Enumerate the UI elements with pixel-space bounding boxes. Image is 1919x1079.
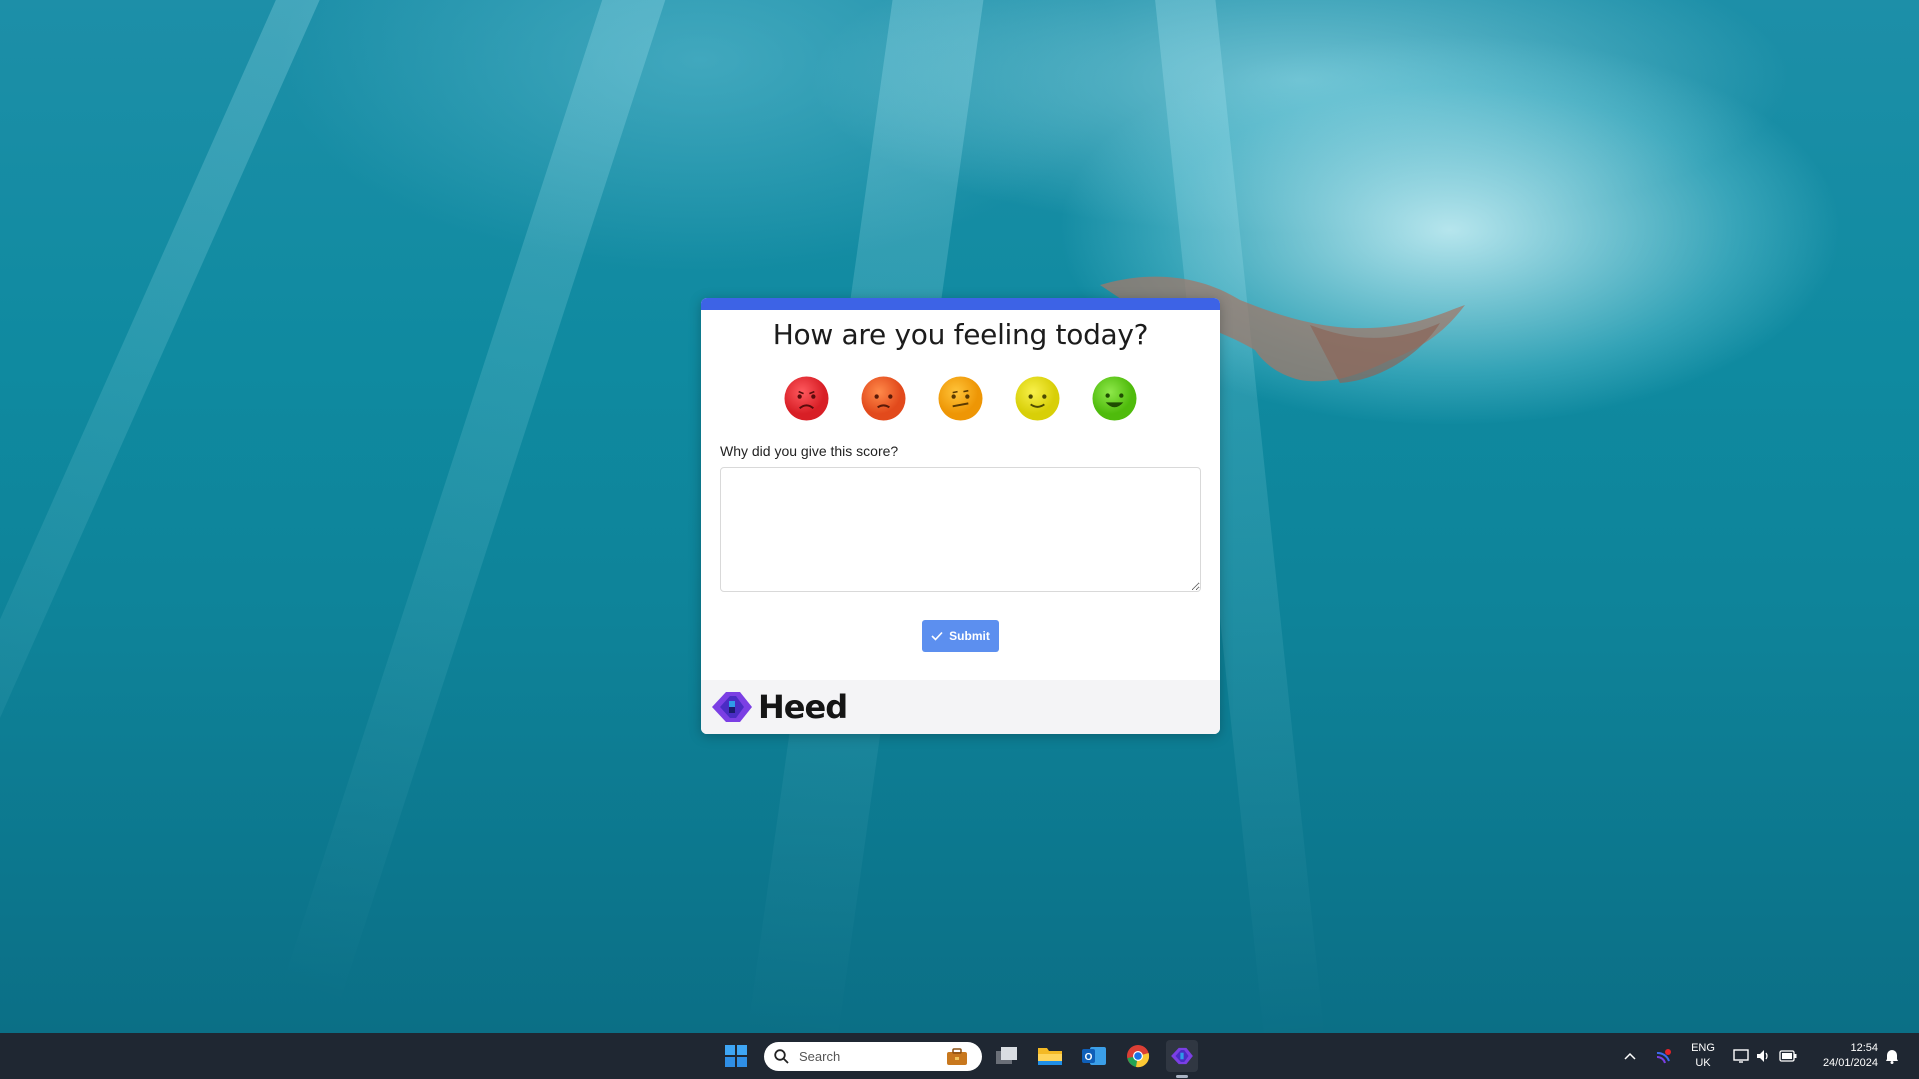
volume-icon[interactable] <box>1752 1040 1776 1072</box>
active-app-indicator <box>1176 1075 1188 1078</box>
display-network-icon[interactable] <box>1730 1040 1754 1072</box>
rating-faces <box>701 376 1220 421</box>
submit-label: Submit <box>949 629 990 643</box>
happy-face-icon[interactable] <box>1015 376 1060 421</box>
task-view-icon[interactable] <box>991 1040 1023 1072</box>
survey-title: How are you feeling today? <box>772 318 1149 351</box>
feedback-question: Why did you give this score? <box>720 443 899 459</box>
search-placeholder: Search <box>799 1049 841 1064</box>
heed-app-icon[interactable] <box>1166 1040 1198 1072</box>
network-status-icon[interactable] <box>1652 1040 1676 1072</box>
notification-bell-icon[interactable] <box>1880 1040 1904 1072</box>
chevron-up-icon[interactable] <box>1618 1040 1642 1072</box>
outlook-icon[interactable]: O <box>1078 1040 1110 1072</box>
language-code: ENG <box>1691 1042 1715 1054</box>
chrome-icon[interactable] <box>1122 1040 1154 1072</box>
neutral-face-icon[interactable] <box>938 376 983 421</box>
heed-brand: Heed <box>710 688 848 726</box>
survey-dialog: How are you feeling today? Why did you g… <box>701 298 1220 734</box>
clock-date: 24/01/2024 <box>1822 1057 1878 1069</box>
region-code: UK <box>1695 1057 1711 1069</box>
dialog-footer: Heed <box>701 680 1220 734</box>
very-happy-face-icon[interactable] <box>1092 376 1137 421</box>
brand-name: Heed <box>758 688 848 726</box>
taskbar: Search O ENG UK 12:54 24/01/2024 <box>0 1033 1919 1079</box>
taskbar-search[interactable]: Search <box>764 1042 982 1071</box>
file-explorer-icon[interactable] <box>1034 1040 1066 1072</box>
feedback-textarea[interactable] <box>720 467 1201 592</box>
svg-text:O: O <box>1085 1052 1093 1063</box>
very-unhappy-face-icon[interactable] <box>784 376 829 421</box>
clock-time: 12:54 <box>1850 1042 1878 1054</box>
briefcase-icon <box>947 1047 967 1065</box>
dialog-accent-bar <box>701 298 1220 310</box>
heed-logo-icon <box>712 692 752 722</box>
submit-button[interactable]: Submit <box>922 620 999 652</box>
start-icon[interactable] <box>720 1040 752 1072</box>
check-icon <box>931 631 943 641</box>
language-indicator[interactable]: ENG UK <box>1688 1041 1718 1071</box>
clock[interactable]: 12:54 24/01/2024 <box>1808 1041 1878 1071</box>
unhappy-face-icon[interactable] <box>861 376 906 421</box>
search-icon <box>774 1049 789 1064</box>
battery-icon[interactable] <box>1776 1040 1800 1072</box>
